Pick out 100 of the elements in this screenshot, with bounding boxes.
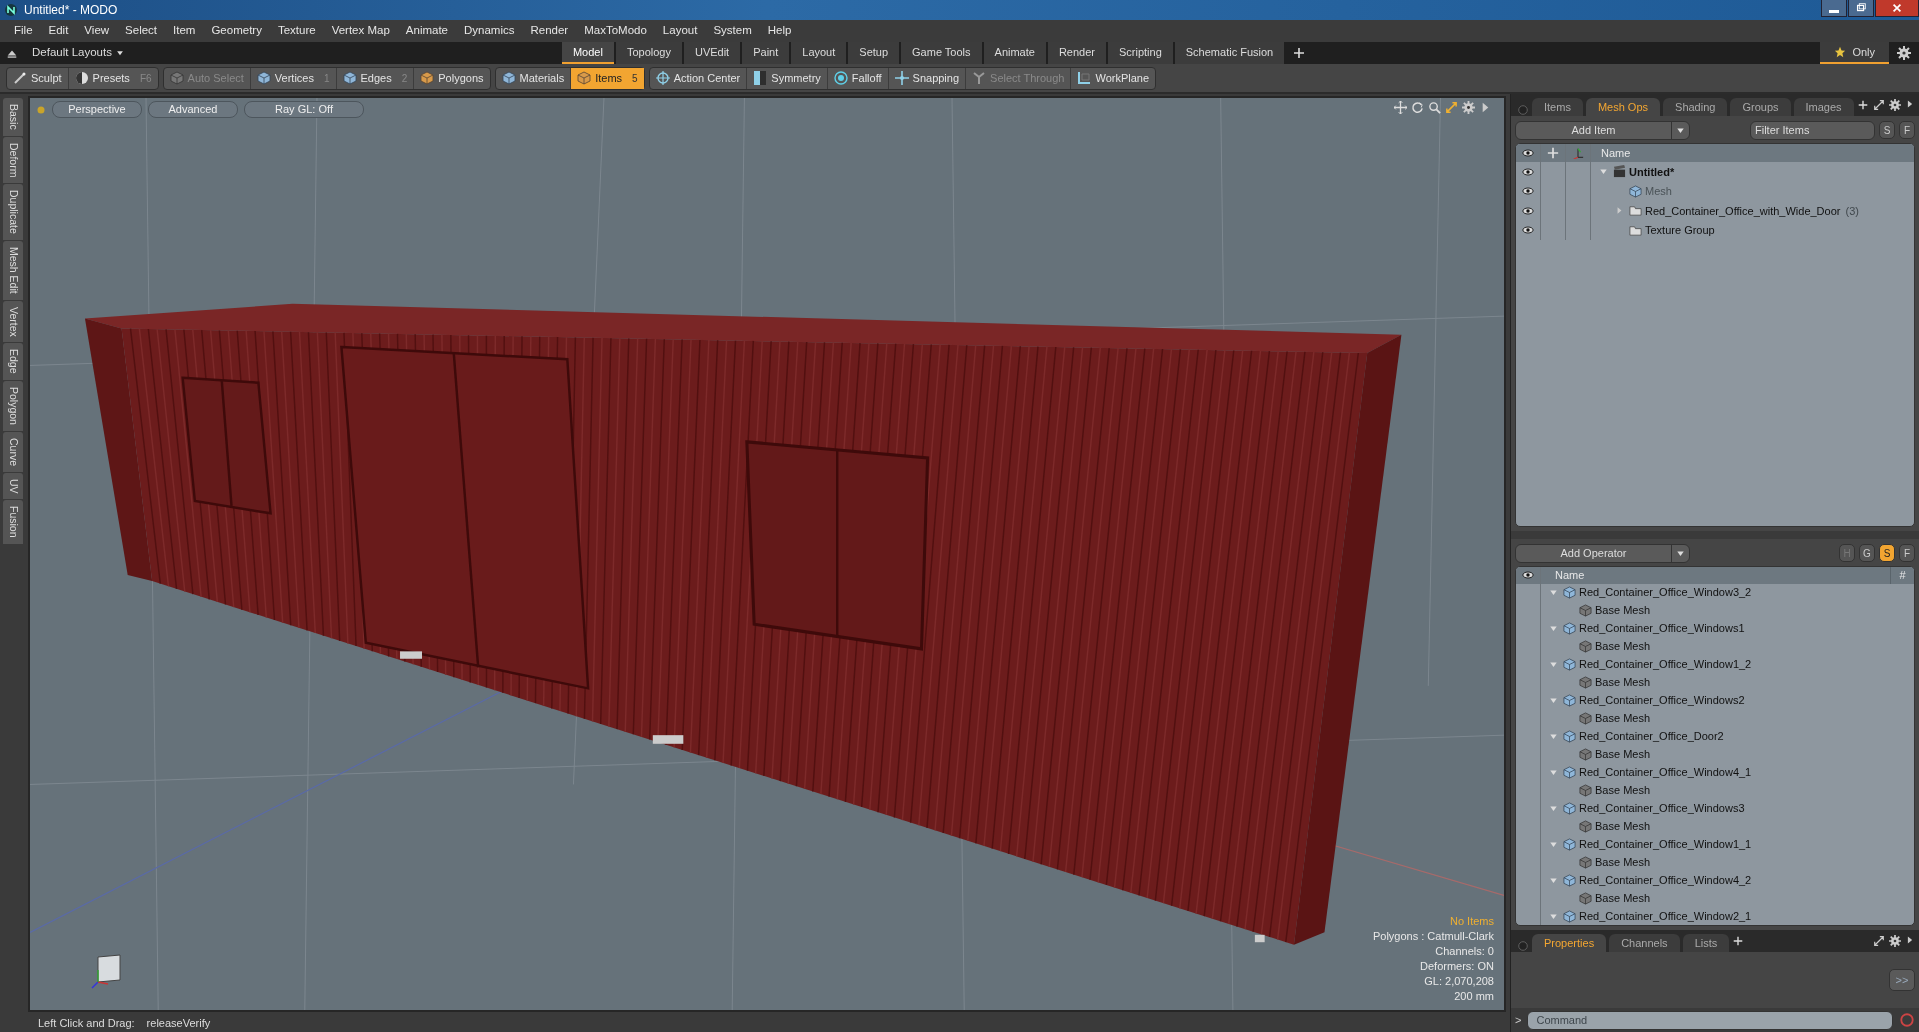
tree-item[interactable]: Red_Container_Office_Window1_2 — [1579, 656, 1752, 673]
cube-icon — [1563, 765, 1576, 779]
layout-tab[interactable]: Scripting — [1108, 42, 1173, 64]
panel-tab[interactable]: Mesh Ops — [1585, 98, 1661, 116]
menu-item[interactable]: Render — [522, 22, 577, 40]
tree-item[interactable]: Red_Container_Office_Window4_2 — [1579, 871, 1752, 889]
settings-icon — [1889, 935, 1901, 947]
tool-button[interactable]: Symmetry — [747, 67, 828, 89]
layout-tab[interactable]: Topology — [615, 42, 682, 64]
toggle-button[interactable]: S — [1879, 121, 1895, 139]
panel-tab[interactable]: Images — [1793, 98, 1854, 116]
toggle-button[interactable]: F — [1899, 544, 1915, 562]
command-field[interactable]: Command — [1527, 1010, 1893, 1030]
close-button[interactable] — [1875, 0, 1919, 17]
side-tab[interactable]: UV — [3, 472, 23, 500]
menu-item[interactable]: Layout — [654, 22, 706, 40]
viewport-option-button[interactable]: Advanced — [148, 101, 238, 118]
menu-item[interactable]: Item — [165, 22, 204, 40]
layout-tab[interactable]: Model — [561, 42, 614, 64]
menu-item[interactable]: File — [6, 22, 41, 40]
layout-tab[interactable]: Paint — [742, 42, 790, 64]
viewport-option-button[interactable]: Perspective — [52, 101, 142, 118]
toggle-button[interactable]: G — [1859, 544, 1875, 562]
side-tab[interactable]: Basic — [3, 98, 23, 136]
collapse-arrow-icon[interactable] — [1549, 588, 1558, 598]
panel-tab[interactable]: Shading — [1663, 98, 1728, 116]
tree-item[interactable]: Red_Container_Office_Window4_1 — [1579, 764, 1752, 781]
menu-item[interactable]: Vertex Map — [323, 22, 398, 40]
restore-button[interactable] — [1848, 0, 1874, 17]
tree-item[interactable]: Base Mesh — [1595, 889, 1651, 907]
side-tab[interactable]: Vertex — [3, 300, 23, 343]
tool-button[interactable]: Sculpt — [7, 67, 69, 89]
toggle-button[interactable]: S — [1879, 544, 1895, 562]
panel-tab[interactable]: Channels — [1609, 934, 1680, 952]
menu-item[interactable]: Animate — [397, 22, 456, 40]
tool-icon — [753, 71, 768, 85]
menu-item[interactable]: Select — [117, 22, 166, 40]
toggle-button[interactable]: F — [1899, 121, 1915, 139]
tree-item[interactable]: Base Mesh — [1595, 710, 1651, 727]
tree-item[interactable]: Base Mesh — [1595, 782, 1651, 799]
tool-button[interactable]: Items 5 — [571, 67, 644, 89]
tree-item[interactable]: Red_Container_Office_Window2_1 — [1579, 907, 1752, 925]
tree-item[interactable]: Base Mesh — [1595, 674, 1651, 691]
tree-item[interactable]: Red_Container_Office_Window3_2 — [1579, 584, 1752, 601]
menu-item[interactable]: System — [705, 22, 760, 40]
side-tab[interactable]: Fusion — [3, 500, 23, 544]
add-button[interactable]: Add Item — [1515, 120, 1690, 140]
layout-tab[interactable]: Game Tools — [901, 42, 982, 64]
only-button[interactable]: Only — [1820, 42, 1889, 64]
add-button[interactable]: Add Operator — [1515, 543, 1690, 563]
layout-tab[interactable]: Layout — [791, 42, 847, 64]
collapse-arrow-icon[interactable] — [1549, 624, 1558, 633]
menu-item[interactable]: View — [76, 22, 118, 40]
side-tab[interactable]: Edge — [3, 343, 23, 380]
layout-tab[interactable]: Setup — [848, 42, 900, 64]
expand-arrow-icon[interactable] — [1615, 206, 1624, 216]
tree-item[interactable]: Base Mesh — [1595, 817, 1651, 835]
tree-item[interactable]: Texture Group — [1645, 222, 1715, 239]
layout-tab[interactable]: Render — [1047, 42, 1106, 64]
collapse-arrow-icon[interactable] — [1599, 167, 1608, 177]
side-tab[interactable]: Curve — [3, 431, 23, 472]
side-tab[interactable]: Polygon — [3, 380, 23, 431]
tree-item[interactable]: Red_Container_Office_Windows2 — [1579, 692, 1745, 709]
panel-tab[interactable]: Items — [1532, 98, 1583, 116]
side-tab[interactable]: Mesh Edit — [3, 240, 23, 300]
panel-tab[interactable]: Groups — [1730, 98, 1791, 116]
menu-item[interactable]: Help — [759, 22, 800, 40]
menu-item[interactable]: Geometry — [203, 22, 270, 40]
viewport-option-button[interactable]: Ray GL: Off — [244, 101, 364, 118]
layouts-dropdown[interactable]: Default Layouts — [32, 44, 124, 62]
layout-tab[interactable]: Schematic Fusion — [1174, 42, 1285, 64]
tree-item[interactable]: Red_Container_Office_Window1_1 — [1579, 835, 1752, 853]
tree-item[interactable]: Base Mesh — [1595, 853, 1651, 871]
menu-item[interactable]: MaxToModo — [576, 22, 655, 40]
tool-button[interactable]: Polygons — [414, 67, 490, 89]
tree-item[interactable]: Red_Container_Office_with_Wide_Door — [1645, 202, 1841, 219]
tool-button[interactable]: WorkPlane — [1071, 67, 1156, 89]
status-action: releaseVerify — [146, 1015, 211, 1031]
tree-item[interactable]: Red_Container_Office_Windows1 — [1579, 620, 1745, 637]
tree-item[interactable]: Untitled* — [1629, 163, 1675, 180]
layout-tab[interactable]: Animate — [983, 42, 1046, 64]
tree-item[interactable]: Red_Container_Office_Windows3 — [1579, 799, 1745, 817]
tree-item[interactable]: Base Mesh — [1595, 638, 1651, 655]
layout-tab[interactable]: UVEdit — [683, 42, 741, 64]
tree-item[interactable]: Base Mesh — [1595, 602, 1651, 619]
filter-field[interactable]: Filter Items — [1750, 120, 1875, 140]
menu-item[interactable]: Dynamics — [456, 22, 523, 40]
menu-item[interactable]: Texture — [269, 22, 324, 40]
tool-button[interactable]: Action Center — [649, 67, 748, 89]
tree-item[interactable]: Base Mesh — [1595, 746, 1651, 763]
panel-tab[interactable]: Properties — [1532, 934, 1607, 952]
viewport[interactable]: Perspective Advanced Ray GL: Off No Items Polygons : Catmull-Clark Channels: 0 Deformers: ON GL: 2,070,208 200 mm — [28, 96, 1506, 1012]
panel-tab[interactable]: Lists — [1682, 934, 1730, 952]
tool-button[interactable]: Falloff — [827, 67, 889, 89]
menu-item[interactable]: Edit — [40, 22, 77, 40]
minimize-button[interactable] — [1821, 0, 1847, 17]
side-tab[interactable]: Deform — [3, 136, 23, 184]
tool-button[interactable]: Snapping — [888, 67, 967, 89]
tree-item[interactable]: Red_Container_Office_Door2 — [1579, 728, 1724, 745]
side-tab[interactable]: Duplicate — [3, 184, 23, 240]
